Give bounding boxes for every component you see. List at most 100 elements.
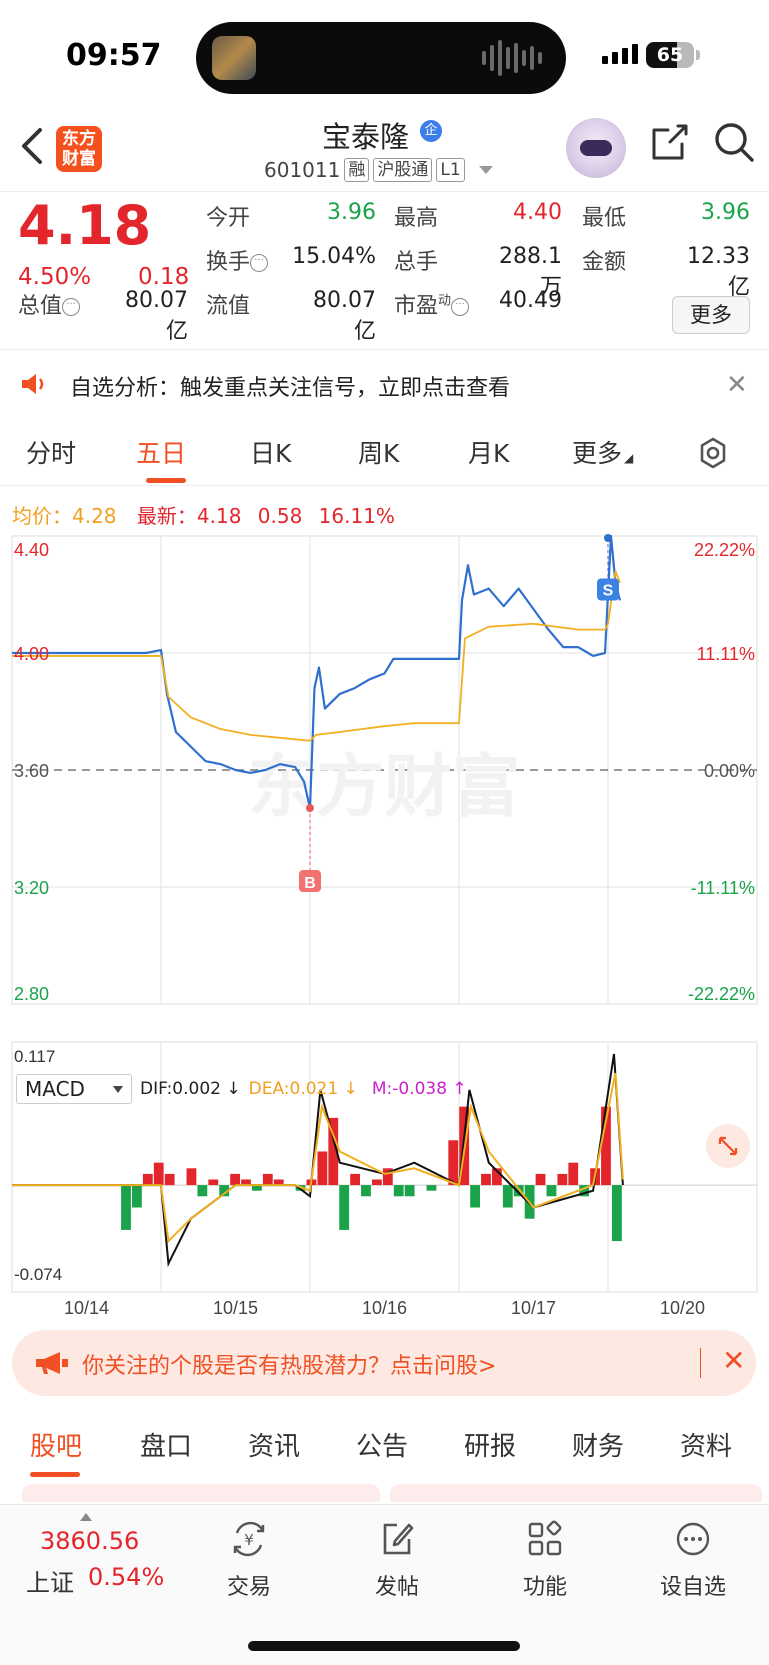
content-preview <box>22 1484 762 1502</box>
x-tick-label: 10/16 <box>362 1298 407 1318</box>
logo-line1: 东方 <box>62 129 96 149</box>
info-icon[interactable]: ··· <box>250 254 269 272</box>
nav-trade[interactable]: ¥ 交易 <box>194 1519 304 1601</box>
nav-functions[interactable]: 功能 <box>490 1519 600 1601</box>
y-tick-right: -11.11% <box>691 878 755 898</box>
index-value: 3860.56 <box>40 1527 140 1555</box>
gear-icon[interactable] <box>696 436 730 470</box>
chart-legend-row: 均价：4.28 最新：4.18 0.58 16.11% <box>12 500 395 529</box>
macd-bar <box>262 1173 273 1186</box>
tab-weekly-k[interactable]: 周K <box>358 434 399 470</box>
x-tick-label: 10/20 <box>660 1298 705 1318</box>
app-logo[interactable]: 东方 财富 <box>56 126 102 172</box>
chart-period-tabs: 分时 五日 日K 周K 月K 更多 ◢ <box>0 416 769 486</box>
macd-bar <box>611 1185 622 1242</box>
macd-bar <box>502 1185 513 1208</box>
m-value: M:-0.038 ↑ <box>371 1079 467 1099</box>
nav-post[interactable]: 发帖 <box>342 1519 452 1601</box>
pe-label[interactable]: 市盈动 ··· <box>394 288 470 320</box>
notice-text[interactable]: 自选分析：触发重点关注信号，立即点击查看 <box>70 370 510 402</box>
pe-value: 40.49 <box>499 288 562 313</box>
latest-pct: 16.11% <box>318 504 395 528</box>
macd-max-label: 0.117 <box>14 1047 55 1066</box>
close-icon[interactable]: ✕ <box>726 370 748 400</box>
cellular-signal-icon <box>602 44 638 64</box>
tab-monthly-k[interactable]: 月K <box>468 434 509 470</box>
watermark-2: 财富 <box>384 749 520 825</box>
back-arrow-icon[interactable] <box>18 126 48 166</box>
analysis-notice[interactable]: 自选分析：触发重点关注信号，立即点击查看 ✕ <box>0 350 769 416</box>
macd-bar <box>546 1185 557 1197</box>
tab-research[interactable]: 研报 <box>464 1426 516 1463</box>
current-price: 4.18 <box>18 194 152 257</box>
close-icon[interactable]: ✕ <box>722 1344 745 1377</box>
avg-label: 均价： <box>12 504 72 528</box>
tab-news[interactable]: 资讯 <box>248 1426 300 1463</box>
macd-bar <box>153 1162 164 1186</box>
now-playing-artwork <box>212 36 256 80</box>
nav-add-watchlist[interactable]: 设自选 <box>638 1519 748 1601</box>
expand-up-icon[interactable] <box>80 1513 92 1521</box>
dea-value: DEA:0.021 ↓ <box>248 1079 358 1099</box>
level-tag: L1 <box>436 158 465 182</box>
tab-announcements[interactable]: 公告 <box>356 1426 408 1463</box>
tab-five-day[interactable]: 五日 <box>136 434 186 470</box>
index-pct: 0.54% <box>88 1563 165 1591</box>
latest-change: 0.58 <box>257 504 303 528</box>
tab-intraday[interactable]: 分时 <box>26 434 76 470</box>
y-tick-right: -22.22% <box>688 984 755 1004</box>
macd-bar <box>557 1173 568 1186</box>
five-day-chart[interactable]: 东方 财富 4.40 4.00 3.60 3.20 2.80 22.22% 11.11% 0.… <box>0 530 769 1320</box>
more-dots-icon <box>676 1522 710 1556</box>
more-button[interactable]: 更多 <box>672 296 750 334</box>
tab-finance[interactable]: 财务 <box>572 1426 624 1463</box>
audio-wave-icon <box>482 40 542 76</box>
index-name: 上证 <box>26 1569 74 1597</box>
tab-profile[interactable]: 资料 <box>680 1426 732 1463</box>
x-tick-label: 10/17 <box>511 1298 556 1318</box>
market-cap-label[interactable]: 总值 ··· <box>18 288 81 320</box>
battery-tip <box>696 50 700 60</box>
share-icon[interactable] <box>648 120 692 164</box>
low-label: 最低 <box>582 206 627 231</box>
enterprise-badge: 企 <box>420 120 442 142</box>
avg-price-line <box>12 570 621 742</box>
stock-code-row[interactable]: 601011 融 沪股通 L1 <box>264 158 493 182</box>
info-icon[interactable]: ··· <box>451 298 470 316</box>
content-tabs: 股吧 盘口 资讯 公告 研报 财务 资料 <box>0 1410 769 1480</box>
svg-text:¥: ¥ <box>244 1531 254 1549</box>
high-value: 4.40 <box>513 200 562 225</box>
indicator-select[interactable]: MACD <box>16 1074 132 1104</box>
macd-bar <box>361 1185 371 1197</box>
macd-bar <box>481 1173 491 1186</box>
turnover-label[interactable]: 换手 ··· <box>206 244 269 276</box>
macd-bar <box>339 1185 350 1230</box>
margin-tag: 融 <box>344 158 370 182</box>
market-cap-value: 80.07亿 <box>125 288 188 344</box>
amount-value: 12.33亿 <box>687 244 750 300</box>
info-icon[interactable]: ··· <box>62 298 81 316</box>
tab-guba[interactable]: 股吧 <box>30 1426 82 1463</box>
macd-bar <box>142 1173 153 1186</box>
dynamic-island[interactable] <box>196 22 566 94</box>
dropdown-arrow-icon <box>113 1086 123 1093</box>
tab-pankou[interactable]: 盘口 <box>140 1426 192 1463</box>
macd-bar <box>121 1185 131 1230</box>
ai-assistant-avatar[interactable] <box>566 118 626 178</box>
expand-button[interactable] <box>706 1124 750 1168</box>
amount-label: 金额 <box>582 250 627 275</box>
tab-daily-k[interactable]: 日K <box>250 434 291 470</box>
status-bar: 09:57 65 <box>0 0 769 110</box>
macd-bar <box>186 1168 197 1186</box>
quote-panel: 4.18 4.50% 0.18 今开 3.96 最高 4.40 最低 3.96 … <box>0 192 769 350</box>
hot-stock-banner[interactable]: 你关注的个股是否有热股潜力？点击问股> ✕ <box>12 1330 756 1396</box>
search-icon[interactable] <box>712 120 756 164</box>
stock-name: 宝泰隆 <box>322 120 410 154</box>
active-subtab-indicator <box>30 1472 80 1477</box>
banner-text[interactable]: 你关注的个股是否有热股潜力？点击问股> <box>82 1348 496 1380</box>
chevron-down-icon[interactable] <box>478 166 493 174</box>
tab-more[interactable]: 更多 ◢ <box>572 434 633 470</box>
macd-bar <box>164 1173 175 1186</box>
macd-bar <box>317 1151 328 1186</box>
caret-icon: ◢ <box>624 451 634 465</box>
